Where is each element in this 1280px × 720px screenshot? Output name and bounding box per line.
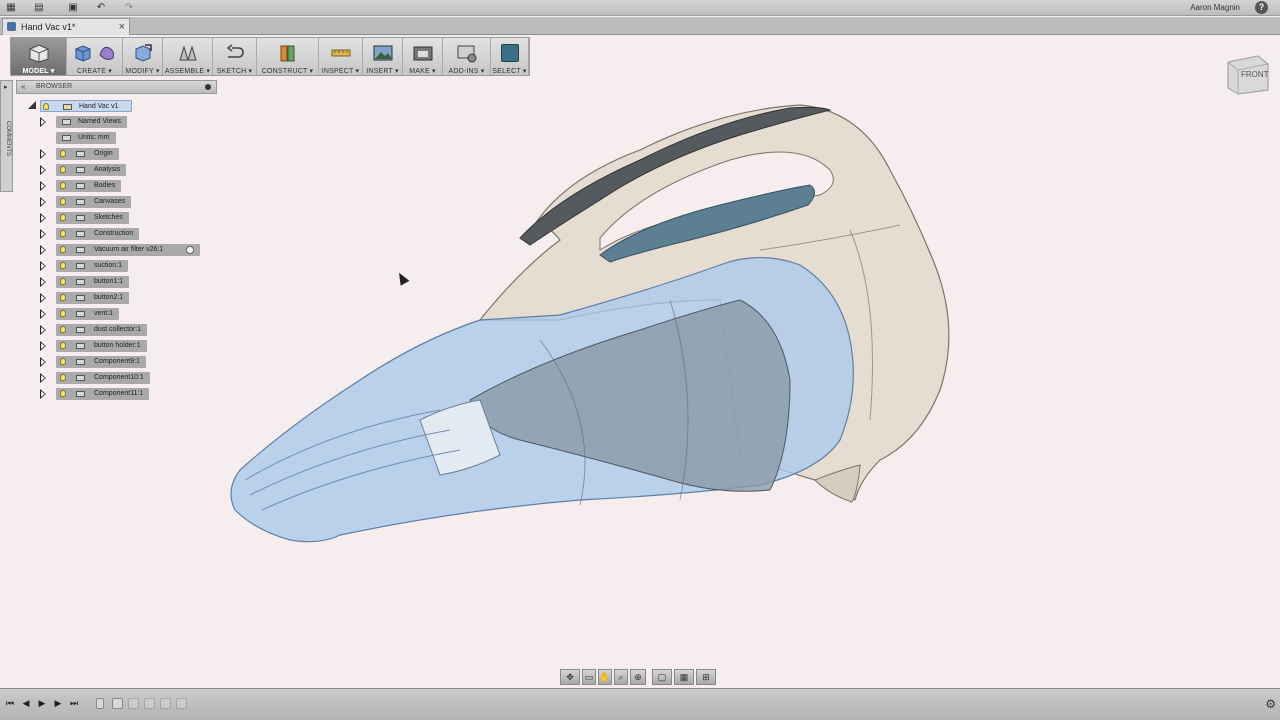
timeline-feature[interactable] — [128, 698, 139, 709]
timeline: ⏮ ◀ ▶ ▶ ⏭ ⚙ — [0, 688, 1280, 720]
orbit-icon[interactable]: ✥ — [560, 669, 580, 685]
fit-icon[interactable]: ⊕ — [630, 669, 646, 685]
viewcube[interactable]: FRONT — [1222, 48, 1272, 96]
viewports-icon[interactable]: ⊞ — [696, 669, 716, 685]
zoom-icon[interactable]: ⌕ — [614, 669, 628, 685]
pan-icon[interactable]: ✋ — [598, 669, 612, 685]
go-to-end-icon[interactable]: ⏭ — [68, 697, 80, 709]
timeline-marker[interactable] — [96, 698, 104, 709]
step-back-icon[interactable]: ◀ — [20, 697, 32, 709]
timeline-feature[interactable] — [112, 698, 123, 709]
model-viewport[interactable] — [0, 0, 1280, 688]
navigation-bar: ✥ ▭ ✋ ⌕ ⊕ ▢ ▦ ⊞ — [560, 669, 720, 686]
timeline-feature[interactable] — [176, 698, 187, 709]
gear-icon[interactable]: ⚙ — [1265, 697, 1276, 711]
play-icon[interactable]: ▶ — [36, 697, 48, 709]
grid-settings-icon[interactable]: ▦ — [674, 669, 694, 685]
viewcube-face-label: FRONT — [1241, 70, 1269, 79]
timeline-feature[interactable] — [160, 698, 171, 709]
timeline-feature[interactable] — [144, 698, 155, 709]
step-forward-icon[interactable]: ▶ — [52, 697, 64, 709]
go-to-start-icon[interactable]: ⏮ — [4, 697, 16, 709]
look-at-icon[interactable]: ▭ — [582, 669, 596, 685]
display-settings-icon[interactable]: ▢ — [652, 669, 672, 685]
